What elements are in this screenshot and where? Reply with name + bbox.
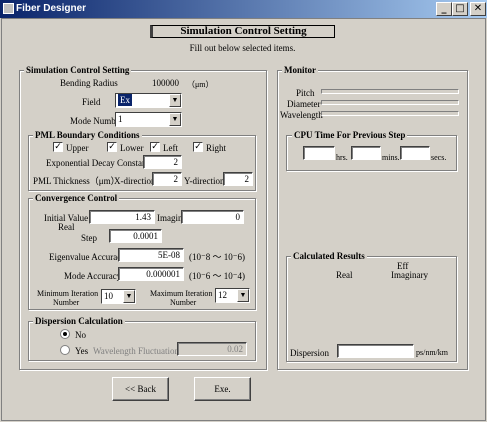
chevron-down-icon[interactable]: ▼ [169,94,181,107]
mode-accuracy-input[interactable]: 0.000001 [118,267,184,281]
diameter-progress-bar [321,100,459,105]
bending-radius-unit: （μm） [187,80,214,89]
minimize-button[interactable]: _ [436,2,452,16]
cpu-seconds-label: secs. [431,153,447,162]
page-subtitle: Fill out below selected items. [189,43,296,53]
pml-legend: PML Boundary Conditions [33,130,142,140]
initial-imag-input[interactable]: 0 [181,210,244,224]
min-iteration-value: 10 [104,291,113,301]
dispersion-unit: ps/nm/km [416,348,449,357]
max-iteration-value: 12 [218,290,227,300]
dispersion-yes-label: Yes [75,346,89,356]
lower-label: Lower [120,143,144,153]
initial-real-label: Real [58,222,75,232]
step-label: Step [81,233,98,243]
min-iteration-select[interactable]: 10 ▼ [101,289,136,304]
x-direction-input[interactable]: 2 [152,172,182,186]
dispersion-legend: Dispersion Calculation [33,316,125,326]
bending-radius-value: 100000 [152,78,179,88]
mode-accuracy-range: (10⁻6 ～ 10⁻4) [189,271,245,281]
pml-thickness-label: PML Thickness（μm） [33,176,120,186]
max-iteration-label-2: Number [170,298,197,307]
left-label: Left [163,143,178,153]
bending-radius-label: Bending Radius [60,78,118,88]
wavelength-progress-bar [321,111,459,116]
exe-button[interactable]: Exe. [194,377,251,401]
pitch-progress-bar [321,89,459,94]
diameter-label: Diameter [287,99,321,109]
initial-imag-label: Imagin [157,213,183,223]
title-bar[interactable]: Fiber Designer _ □ ✕ [0,0,487,18]
min-iteration-label-2: Number [53,298,80,307]
convergence-legend: Convergence Control [33,193,120,203]
chevron-down-icon[interactable]: ▼ [123,290,135,303]
left-checkbox[interactable]: ✓ [150,142,160,152]
field-label: Field [82,97,101,107]
right-checkbox[interactable]: ✓ [193,142,203,152]
y-direction-label: Y-direction [184,176,225,186]
maximize-button[interactable]: □ [452,2,468,16]
simulation-control-legend: Simulation Control Setting [24,65,132,75]
monitor-legend: Monitor [282,65,318,75]
wavelength-fluctuation-label: Wavelength Fluctuation [93,346,180,356]
max-iteration-select[interactable]: 12 ▼ [215,288,250,303]
cpu-time-legend: CPU Time For Previous Step [292,130,408,140]
cpu-minutes-input[interactable] [351,146,381,160]
decay-constant-input[interactable]: 2 [143,155,182,169]
dispersion-no-radio[interactable] [60,329,70,339]
app-icon [3,3,14,14]
y-direction-input[interactable]: 2 [223,172,253,186]
calculated-results-legend: Calculated Results [291,251,367,261]
eigenvalue-accuracy-input[interactable]: 5E-08 [118,248,184,262]
x-direction-label: X-direction [114,176,156,186]
decay-constant-label: Exponential Decay Constant [46,158,149,168]
cpu-hours-input[interactable] [303,146,335,160]
field-select[interactable]: Ex ▼ [115,93,182,108]
mode-number-select[interactable]: 1 ▼ [115,112,182,127]
window-title: Fiber Designer [16,3,87,14]
cpu-hours-label: hrs. [336,153,348,162]
initial-real-input[interactable]: 1.43 [89,210,155,224]
chevron-down-icon[interactable]: ▼ [169,113,181,126]
back-button[interactable]: << Back [112,377,169,401]
wavelength-label: Wavelength [280,110,323,120]
cpu-seconds-input[interactable] [400,146,430,160]
wavelength-fluctuation-input[interactable]: 0.02 [177,342,247,356]
dispersion-result-input[interactable] [337,344,414,358]
results-imaginary-label: Imaginary [391,270,428,280]
upper-label: Upper [66,143,89,153]
lower-checkbox[interactable]: ✓ [107,142,117,152]
right-label: Right [206,143,227,153]
chevron-down-icon[interactable]: ▼ [237,289,249,302]
pitch-label: Pitch [296,88,315,98]
dispersion-no-label: No [75,330,86,340]
eigenvalue-accuracy-label: Eigenvalue Accuracy [49,252,126,262]
upper-checkbox[interactable]: ✓ [53,142,63,152]
page-title: Simulation Control Setting [150,25,335,38]
field-select-value: Ex [118,94,132,106]
dispersion-yes-radio[interactable] [60,345,70,355]
close-button[interactable]: ✕ [470,2,486,16]
eigenvalue-range: (10⁻8 ～ 10⁻6) [189,252,245,262]
mode-accuracy-label: Mode Accuracy [64,271,122,281]
cpu-minutes-label: mins. [382,153,400,162]
results-real-label: Real [336,270,353,280]
dispersion-result-label: Dispersion [290,348,329,358]
step-input[interactable]: 0.0001 [109,229,162,243]
mode-number-value: 1 [118,114,123,124]
